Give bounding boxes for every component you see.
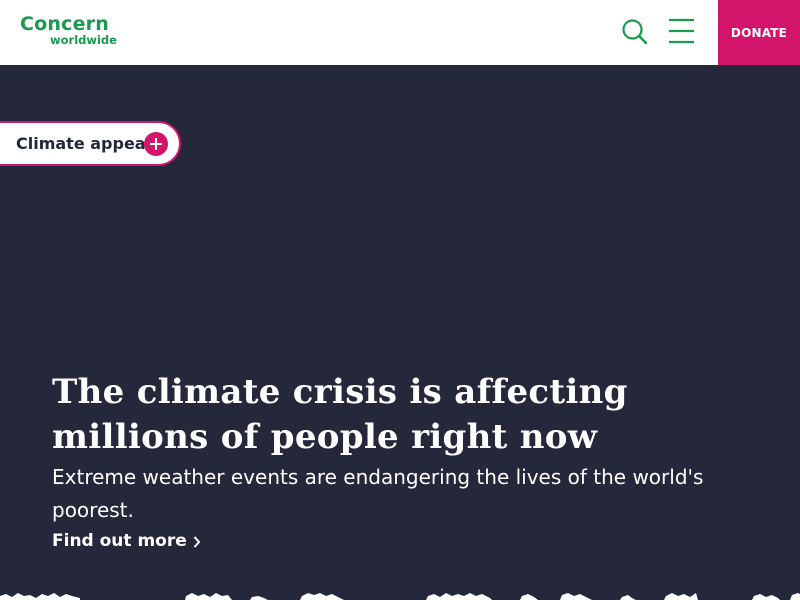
plus-circle-icon (144, 132, 168, 156)
hero-banner: Climate appeal The climate crisis is aff… (0, 65, 800, 600)
hero-title: The climate crisis is affecting millions… (52, 372, 628, 457)
logo-wordmark: Concern (20, 13, 109, 35)
menu-button[interactable] (666, 16, 698, 48)
logo-subtitle: worldwide (50, 33, 117, 47)
chevron-right-icon (193, 536, 201, 548)
search-button[interactable] (620, 17, 650, 47)
find-out-more-label: Find out more (52, 531, 187, 551)
torn-paper-edge (0, 593, 800, 600)
site-header: Concern worldwide DONATE (0, 0, 800, 65)
concern-worldwide-logo[interactable]: Concern worldwide (20, 13, 117, 53)
donate-label: DONATE (730, 25, 788, 40)
donate-button[interactable]: DONATE (718, 0, 800, 65)
find-out-more-link[interactable]: Find out more (52, 529, 201, 553)
climate-appeal-label: Climate appeal (16, 134, 152, 153)
hero-subtitle: Extreme weather events are endangering t… (52, 465, 704, 522)
climate-appeal-button[interactable]: Climate appeal (0, 121, 181, 166)
hamburger-menu-icon (669, 18, 694, 44)
search-icon (622, 19, 648, 45)
